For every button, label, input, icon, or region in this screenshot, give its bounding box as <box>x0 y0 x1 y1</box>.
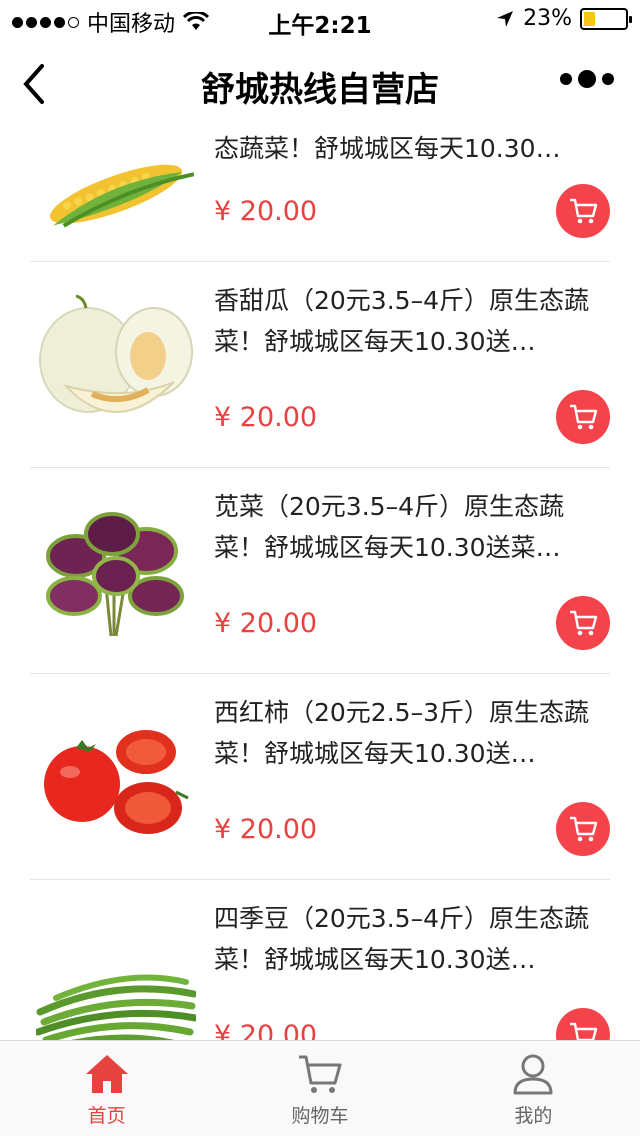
product-title[interactable]: 香甜瓜（20元3.5–4斤）原生态蔬菜！舒城城区每天10.30送… <box>214 280 610 362</box>
cart-icon <box>298 1055 342 1093</box>
status-right: 23% <box>495 6 632 31</box>
product-title[interactable]: 西红柿（20元2.5–3斤）原生态蔬菜！舒城城区每天10.30送… <box>214 692 610 774</box>
user-icon <box>513 1054 553 1095</box>
add-to-cart-button[interactable] <box>556 596 610 650</box>
tab-label: 首页 <box>87 1105 126 1127</box>
status-bar: 中国移动 上午2:21 23% <box>0 0 640 40</box>
location-arrow-icon <box>497 10 514 27</box>
cart-icon <box>570 610 598 636</box>
cart-icon <box>570 816 598 842</box>
product-price: ¥ 20.00 <box>214 196 318 227</box>
amaranth-image <box>46 512 184 637</box>
tab-label: 我的 <box>514 1105 553 1127</box>
tab-label: 购物车 <box>291 1105 349 1127</box>
home-icon <box>85 1055 128 1093</box>
product-item[interactable]: 西红柿（20元2.5–3斤）原生态蔬菜！舒城城区每天10.30送… ¥ 20.0… <box>30 674 610 880</box>
nav-bar: 舒城热线自营店 <box>0 40 640 128</box>
tab-bar: 首页 购物车 我的 <box>0 1040 640 1136</box>
battery-percent: 23% <box>523 6 572 31</box>
more-menu-icon[interactable] <box>560 70 614 88</box>
product-title[interactable]: 态蔬菜！舒城城区每天10.30… <box>214 128 610 169</box>
product-title[interactable]: 四季豆（20元3.5–4斤）原生态蔬菜！舒城城区每天10.30送… <box>214 898 610 980</box>
melon-image <box>39 294 193 413</box>
product-list[interactable]: 态蔬菜！舒城城区每天10.30… ¥ 20.00 香甜瓜（20元3.5–4斤）原… <box>0 128 640 1040</box>
product-title[interactable]: 苋菜（20元3.5–4斤）原生态蔬菜！舒城城区每天10.30送菜… <box>214 486 610 568</box>
tomato-image <box>44 730 189 834</box>
add-to-cart-button[interactable] <box>556 184 610 238</box>
cart-icon <box>570 404 598 430</box>
tab-profile[interactable]: 我的 <box>427 1041 640 1136</box>
tab-cart[interactable]: 购物车 <box>213 1041 426 1136</box>
product-item[interactable]: 四季豆（20元3.5–4斤）原生态蔬菜！舒城城区每天10.30送… ¥ 20.0… <box>30 880 610 1040</box>
add-to-cart-button[interactable] <box>556 390 610 444</box>
cart-icon <box>570 198 598 224</box>
product-item[interactable]: 香甜瓜（20元3.5–4斤）原生态蔬菜！舒城城区每天10.30送… ¥ 20.0… <box>30 262 610 468</box>
add-to-cart-button[interactable] <box>556 1008 610 1040</box>
page-title: 舒城热线自营店 <box>201 70 439 110</box>
cart-icon <box>570 1022 598 1040</box>
product-item[interactable]: 苋菜（20元3.5–4斤）原生态蔬菜！舒城城区每天10.30送菜… ¥ 20.0… <box>30 468 610 674</box>
product-item[interactable]: 态蔬菜！舒城城区每天10.30… ¥ 20.00 <box>30 128 610 262</box>
tab-home[interactable]: 首页 <box>0 1041 213 1136</box>
product-price: ¥ 20.00 <box>214 608 318 639</box>
product-price: ¥ 20.00 <box>214 1020 318 1040</box>
corn-image <box>49 164 195 228</box>
product-price: ¥ 20.00 <box>214 402 318 433</box>
add-to-cart-button[interactable] <box>556 802 610 856</box>
battery-icon <box>580 7 632 30</box>
green-beans-image <box>36 974 196 1040</box>
product-price: ¥ 20.00 <box>214 814 318 845</box>
